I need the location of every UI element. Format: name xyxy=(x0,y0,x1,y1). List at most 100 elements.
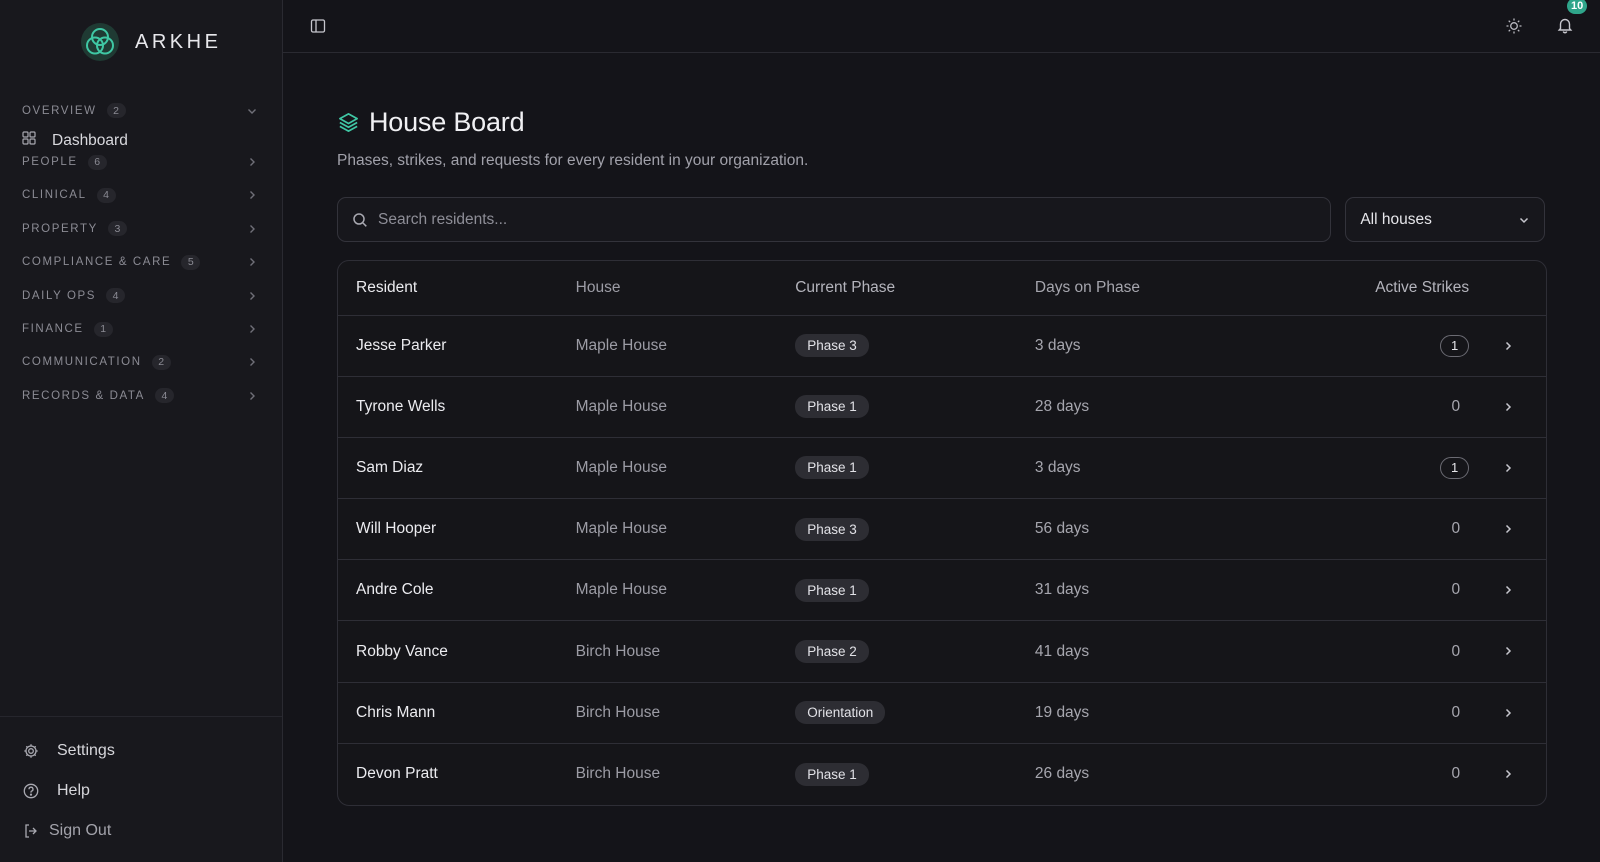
search-icon xyxy=(353,212,367,227)
table-row[interactable]: Chris Mann Birch House Orientation 19 days 0 xyxy=(338,682,1546,744)
sidebar-group-count: 4 xyxy=(106,288,126,304)
chevron-right-icon xyxy=(250,191,255,200)
sidebar-group-compliance-care[interactable]: COMPLIANCE & CARE 5 xyxy=(0,246,282,279)
col-resident[interactable]: Resident xyxy=(338,261,576,316)
row-action[interactable] xyxy=(1469,743,1546,804)
sidebar-group-count: 1 xyxy=(93,321,113,337)
sign-out-label: Sign Out xyxy=(49,822,112,839)
help-link[interactable]: Help xyxy=(0,771,282,811)
gear-icon xyxy=(24,744,38,758)
house-filter-select[interactable]: All houses xyxy=(1345,197,1545,242)
sign-out-link[interactable]: Sign Out xyxy=(0,811,282,851)
sidebar-group-finance[interactable]: FINANCE 1 xyxy=(0,312,282,345)
main-area: 10 House Board Phases, strikes, and requ… xyxy=(283,0,1600,862)
resident-house: Maple House xyxy=(575,520,667,538)
page-title: House Board xyxy=(369,107,525,137)
sidebar-group-label: DAILY OPS xyxy=(22,289,97,302)
table-row[interactable]: Will Hooper Maple House Phase 3 56 days 0 xyxy=(338,499,1546,560)
days-on-phase: 3 days xyxy=(1034,458,1081,476)
sidebar-group-records-data[interactable]: RECORDS & DATA 4 xyxy=(0,379,282,412)
days-on-phase: 56 days xyxy=(1034,520,1090,538)
sun-icon[interactable] xyxy=(1505,17,1523,35)
sidebar-group-label: COMMUNICATION xyxy=(22,356,142,369)
col-phase[interactable]: Current Phase xyxy=(795,261,1035,316)
phase-badge: Phase 1 xyxy=(795,395,869,419)
logo-icon xyxy=(81,23,119,61)
phase-cell: Phase 3 xyxy=(795,499,1035,560)
phase-cell: Phase 1 xyxy=(795,437,1035,498)
settings-label: Settings xyxy=(57,742,115,759)
days-on-phase: 3 days xyxy=(1034,336,1081,354)
resident-name: Tyrone Wells xyxy=(356,397,446,415)
table-row[interactable]: Jesse Parker Maple House Phase 3 3 days 1 xyxy=(338,315,1546,377)
row-action[interactable] xyxy=(1469,560,1546,621)
days-on-phase: 31 days xyxy=(1034,581,1090,599)
chevron-right-icon xyxy=(250,325,255,334)
notification-badge[interactable]: 10 xyxy=(1567,0,1588,14)
sidebar-group-label: CLINICAL xyxy=(22,189,87,202)
row-action[interactable] xyxy=(1469,499,1546,560)
phase-cell: Orientation xyxy=(795,682,1035,743)
chevron-right-icon xyxy=(1505,341,1511,350)
row-action[interactable] xyxy=(1469,437,1546,498)
resident-name: Robby Vance xyxy=(356,642,448,660)
settings-link[interactable]: Settings xyxy=(0,731,282,771)
table-row[interactable]: Sam Diaz Maple House Phase 1 3 days 1 xyxy=(338,437,1546,499)
sidebar-item-dashboard[interactable]: Dashboard xyxy=(0,127,282,145)
resident-house: Maple House xyxy=(575,581,667,599)
strikes-cell: 0 xyxy=(1274,682,1469,743)
strike-count: 0 xyxy=(1451,642,1461,660)
row-action[interactable] xyxy=(1469,315,1546,376)
col-house[interactable]: House xyxy=(575,261,796,316)
sidebar-group-count: 3 xyxy=(107,221,127,237)
table-row[interactable]: Andre Cole Maple House Phase 1 31 days 0 xyxy=(338,560,1546,621)
sidebar-group-property[interactable]: PROPERTY 3 xyxy=(0,212,282,245)
phase-badge: Phase 2 xyxy=(795,640,869,664)
search-box[interactable] xyxy=(337,197,1332,242)
sidebar-group-overview[interactable]: OVERVIEW 2 xyxy=(0,94,282,127)
resident-house: Birch House xyxy=(575,765,661,783)
col-actions xyxy=(1469,261,1546,316)
chevron-right-icon xyxy=(250,391,255,400)
table-row[interactable]: Robby Vance Birch House Phase 2 41 days 0 xyxy=(338,621,1546,683)
topbar: 10 xyxy=(283,0,1600,53)
row-action[interactable] xyxy=(1469,376,1546,437)
chevron-right-icon xyxy=(250,358,255,367)
sidebar-toggle-icon[interactable] xyxy=(310,18,326,34)
sidebar-group-count: 4 xyxy=(96,187,116,203)
chevron-right-icon xyxy=(1505,708,1511,717)
row-action[interactable] xyxy=(1469,621,1546,682)
days-on-phase: 41 days xyxy=(1034,642,1090,660)
resident-house: Birch House xyxy=(575,703,661,721)
chevron-down-icon xyxy=(1519,217,1529,224)
sidebar-group-label: RECORDS & DATA xyxy=(22,389,145,402)
strikes-cell: 1 xyxy=(1274,437,1470,498)
col-strikes[interactable]: Active Strikes xyxy=(1274,261,1470,316)
strikes-cell: 0 xyxy=(1274,376,1469,437)
sidebar-item-label: Dashboard xyxy=(52,132,128,146)
chevron-right-icon xyxy=(1505,770,1511,779)
chevron-right-icon xyxy=(1505,402,1511,411)
resident-name: Jesse Parker xyxy=(356,336,447,354)
col-days[interactable]: Days on Phase xyxy=(1034,261,1275,316)
sidebar-nav: OVERVIEW 2 Dashboard PEOPLE 6 CLINICAL 4 PROPER… xyxy=(0,84,282,413)
house-filter-value: All houses xyxy=(1360,210,1432,228)
sidebar-group-label: OVERVIEW xyxy=(22,104,97,117)
row-action[interactable] xyxy=(1469,682,1546,743)
brand[interactable]: ARKHE xyxy=(0,0,282,84)
residents-table: Resident House Current Phase Days on Pha… xyxy=(337,260,1547,806)
bell-icon[interactable] xyxy=(1556,16,1574,34)
phase-cell: Phase 3 xyxy=(795,315,1035,376)
table-row[interactable]: Devon Pratt Birch House Phase 1 26 days 0 xyxy=(338,743,1546,804)
sign-out-icon xyxy=(25,824,37,838)
table-row[interactable]: Tyrone Wells Maple House Phase 1 28 days 0 xyxy=(338,376,1546,438)
sidebar-group-count: 6 xyxy=(87,154,107,170)
strikes-cell: 0 xyxy=(1274,743,1469,804)
sidebar-group-daily-ops[interactable]: DAILY OPS 4 xyxy=(0,279,282,312)
layers-icon xyxy=(339,113,358,132)
sidebar-group-clinical[interactable]: CLINICAL 4 xyxy=(0,179,282,212)
sidebar-group-people[interactable]: PEOPLE 6 xyxy=(0,145,282,178)
chevron-right-icon xyxy=(1505,586,1511,595)
sidebar-group-communication[interactable]: COMMUNICATION 2 xyxy=(0,346,282,379)
search-input[interactable] xyxy=(378,210,1278,229)
